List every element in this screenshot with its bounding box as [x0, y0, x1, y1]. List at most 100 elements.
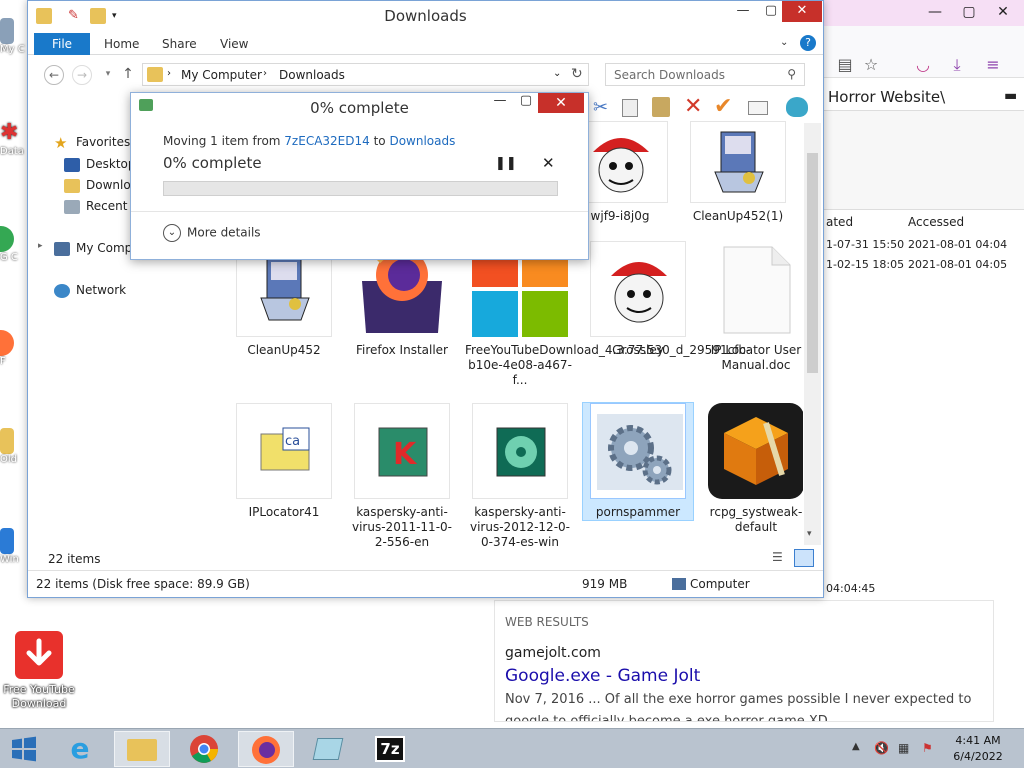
file-item-ip-locator-manual[interactable]: IP Locator User Manual.doc: [701, 241, 803, 373]
taskbar-chrome[interactable]: [176, 731, 232, 767]
rename-icon[interactable]: [748, 101, 768, 115]
copy-icon[interactable]: [622, 99, 638, 117]
delete-icon[interactable]: ✕: [684, 94, 702, 119]
taskbar-internet-explorer[interactable]: e: [52, 731, 108, 767]
taskbar-file-explorer[interactable]: [114, 731, 170, 767]
search-icon[interactable]: ⚲: [787, 67, 796, 81]
file-item-iplocator41[interactable]: ca IPLocator41: [229, 403, 339, 520]
show-hidden-icons[interactable]: ▲: [852, 741, 860, 752]
pocket-icon[interactable]: ◡: [914, 56, 932, 74]
menu-icon[interactable]: ≡: [984, 56, 1002, 74]
network-icon[interactable]: ▦: [898, 741, 909, 755]
cancel-icon[interactable]: ✕: [542, 154, 555, 172]
checkmark-icon[interactable]: ✔: [714, 94, 732, 119]
search-box[interactable]: Search Downloads ⚲: [605, 63, 805, 86]
minimize-button[interactable]: —: [728, 1, 758, 22]
desktop-icon-data[interactable]: ✱ Data: [0, 120, 30, 157]
large-icons-view-icon[interactable]: [794, 549, 814, 567]
minimize-button[interactable]: —: [487, 93, 513, 113]
file-item-kaspersky-2012[interactable]: kaspersky-anti-virus-2012-12-0-0-374-es-…: [465, 403, 575, 546]
file-item-cleanup452-1[interactable]: CleanUp452(1): [683, 121, 793, 224]
pause-icon[interactable]: ❚❚: [495, 156, 517, 171]
desktop-icon-free-youtube-download[interactable]: Free YouTube Download: [2, 631, 76, 711]
maximize-button[interactable]: ▢: [952, 0, 986, 24]
reader-view-icon[interactable]: ▤: [836, 56, 854, 74]
table-cell: 1-02-15 18:05: [826, 258, 905, 271]
more-details-button[interactable]: ⌄ More details: [163, 224, 261, 242]
desktop-icon-my-computer[interactable]: My C: [0, 18, 30, 55]
progress-bar: [163, 181, 558, 196]
close-button[interactable]: ✕: [538, 93, 584, 113]
scroll-down-icon[interactable]: ▾: [807, 529, 812, 539]
move-progress-dialog: 0% complete — ▢ ✕ Moving 1 item from 7zE…: [130, 92, 589, 260]
taskbar-7zip[interactable]: 7z: [362, 731, 418, 767]
chevron-down-icon[interactable]: ⌄: [780, 37, 788, 48]
destination-link[interactable]: Downloads: [389, 134, 455, 148]
vertical-scrollbar[interactable]: ▾: [804, 123, 821, 545]
recent-locations-icon[interactable]: ▾: [98, 65, 118, 85]
desktop-icon-old[interactable]: Old: [0, 428, 30, 465]
computer-icon: [54, 241, 70, 256]
breadcrumb-separator[interactable]: ›: [263, 68, 267, 79]
breadcrumb-separator[interactable]: ›: [167, 68, 171, 79]
file-item-kaspersky-2011[interactable]: K kaspersky-anti-virus-2011-11-0-2-556-e…: [347, 403, 457, 546]
close-button[interactable]: ✕: [782, 1, 822, 22]
maximize-button[interactable]: ▢: [513, 93, 539, 113]
taskbar-notepad[interactable]: [300, 731, 356, 767]
santa-image-icon: [590, 241, 686, 337]
expand-arrow-icon[interactable]: ▸: [38, 241, 43, 251]
nav-favorites[interactable]: ★ Favorites: [54, 135, 130, 150]
file-item-rcpg-systweak[interactable]: rcpg_systweak-default: [701, 403, 803, 535]
tab-view[interactable]: View: [220, 37, 248, 51]
chrome-icon: [190, 735, 218, 763]
desktop-icon-win[interactable]: Win: [0, 528, 30, 565]
column-header-created[interactable]: ated: [826, 215, 853, 229]
breadcrumb-my-computer[interactable]: My Computer: [181, 68, 262, 82]
result-link[interactable]: Google.exe - Game Jolt: [505, 666, 700, 686]
start-button[interactable]: [0, 731, 48, 767]
cut-icon[interactable]: ✂: [593, 97, 608, 118]
file-item-freeyoutubedownload[interactable]: FreeYouTubeDownload_4.3.77.530_d_29591cf…: [465, 241, 750, 388]
scrollbar-thumb[interactable]: [807, 153, 818, 373]
action-center-icon[interactable]: ⚑: [922, 741, 933, 755]
speaker-muted-icon[interactable]: 🔇: [874, 741, 889, 755]
downloads-icon[interactable]: ⤓: [948, 56, 966, 74]
address-bar[interactable]: › My Computer › Downloads ⌄ ↻: [142, 63, 589, 86]
tab-home[interactable]: Home: [104, 37, 139, 51]
tab-share[interactable]: Share: [162, 37, 197, 51]
refresh-icon[interactable]: ↻: [571, 66, 583, 82]
result-snippet: Nov 7, 2016 ... Of all the exe horror ga…: [505, 692, 972, 707]
paste-icon[interactable]: [652, 97, 670, 117]
bookmark-star-icon[interactable]: ☆: [862, 56, 880, 74]
help-icon[interactable]: ?: [800, 35, 816, 51]
desktop-icon-firefox[interactable]: F: [0, 330, 30, 367]
shell-icon[interactable]: [786, 97, 808, 117]
source-link[interactable]: 7zECA32ED14: [284, 134, 369, 148]
file-item-grossley[interactable]: Grossley: [583, 241, 693, 358]
star-icon: ★: [54, 133, 68, 152]
breadcrumb-downloads[interactable]: Downloads: [279, 68, 345, 82]
tab-file[interactable]: File: [34, 33, 90, 55]
chevron-down-icon[interactable]: ⌄: [553, 68, 561, 79]
close-button[interactable]: ✕: [986, 0, 1020, 24]
file-item-pornspammer[interactable]: pornspammer: [582, 402, 694, 521]
forward-button[interactable]: →: [72, 65, 92, 85]
nav-network[interactable]: Network: [54, 283, 126, 298]
nav-my-computer[interactable]: My Comp: [54, 241, 132, 256]
nav-recent-places[interactable]: Recent p: [64, 199, 139, 214]
column-header-accessed[interactable]: Accessed: [908, 215, 964, 229]
taskbar-firefox[interactable]: [238, 731, 294, 767]
items-count: 22 items: [48, 552, 101, 566]
desktop-icon-chrome[interactable]: G C: [0, 226, 30, 263]
system-clock[interactable]: 4:41 AM 6/4/2022: [948, 733, 1008, 765]
search-input[interactable]: Search Downloads: [614, 68, 725, 82]
percent-complete: 0% complete: [163, 154, 262, 172]
back-button[interactable]: ←: [44, 65, 64, 85]
nav-downloads[interactable]: Downloa: [64, 178, 138, 193]
details-view-icon[interactable]: ☰: [772, 550, 788, 566]
minimize-panel-icon[interactable]: ▬: [1004, 88, 1017, 104]
up-button[interactable]: ↑: [118, 65, 138, 85]
svg-text:ca: ca: [285, 434, 300, 449]
nav-desktop[interactable]: Desktop: [64, 157, 136, 172]
minimize-button[interactable]: —: [918, 0, 952, 24]
